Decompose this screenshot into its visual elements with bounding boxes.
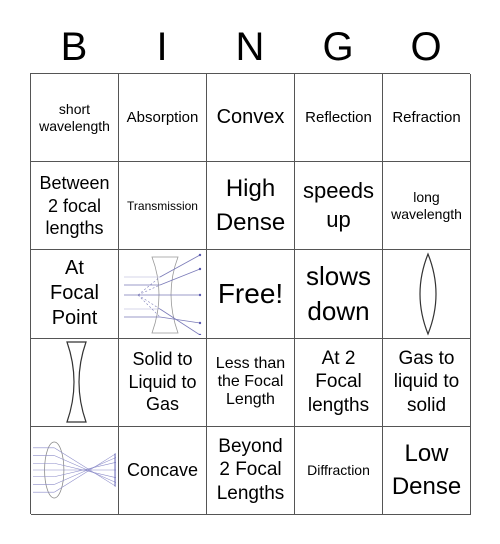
cell-text: Beyond 2 Focal Lengths: [216, 435, 285, 505]
cell-text: Concave: [126, 460, 199, 481]
concave-lens-ray-diagram-icon: [123, 253, 201, 335]
cell-text: long wavelength: [391, 188, 462, 222]
bingo-cell[interactable]: speeds up: [295, 162, 383, 251]
bingo-cell[interactable]: At Focal Point: [31, 250, 119, 339]
bingo-cell[interactable]: High Dense: [207, 162, 295, 251]
bingo-cell[interactable]: [31, 426, 119, 515]
cell-text: At 2 Focal lengths: [307, 347, 370, 417]
bingo-cell[interactable]: slows down: [295, 250, 383, 339]
cell-text: Convex: [216, 106, 285, 129]
bingo-cell[interactable]: Transmission: [119, 162, 207, 251]
cell-text: short wavelength: [39, 100, 110, 134]
cell-text: Reflection: [305, 108, 372, 126]
bingo-cell[interactable]: Absorption: [119, 74, 207, 163]
cell-text: Refraction: [392, 108, 461, 126]
bingo-cell[interactable]: Between 2 focal lengths: [31, 162, 119, 251]
cell-text: Low Dense: [391, 439, 462, 501]
bingo-cell[interactable]: short wavelength: [31, 74, 119, 163]
cell-text: High Dense: [215, 175, 286, 236]
cell-text: Transmission: [127, 198, 198, 213]
header-letter-o: O: [410, 25, 442, 69]
bingo-cell[interactable]: Solid to Liquid to Gas: [119, 338, 207, 427]
bingo-cell[interactable]: At 2 Focal lengths: [295, 338, 383, 427]
bingo-cell[interactable]: Refraction: [383, 74, 471, 163]
header-letter-n: N: [235, 25, 265, 69]
cell-text: Solid to Liquid to Gas: [128, 349, 197, 415]
header-letter-b: B: [60, 25, 88, 69]
cell-text: Less than the Focal Length: [215, 354, 286, 409]
cell-text: speeds up: [303, 178, 374, 232]
header-letter-g: G: [322, 25, 354, 69]
header-letter-i: I: [156, 25, 168, 69]
bingo-header: B I N G O: [30, 22, 470, 72]
cell-text: slows down: [305, 260, 371, 326]
free-space-text: Free!: [217, 277, 284, 309]
bingo-cell[interactable]: Concave: [119, 426, 207, 515]
cell-text: At Focal Point: [50, 257, 99, 330]
bingo-cell[interactable]: Less than the Focal Length: [207, 338, 295, 427]
free-space-cell[interactable]: Free!: [207, 250, 295, 339]
concave-lens-icon: [65, 341, 87, 423]
convex-lens-converging-rays-icon: [33, 441, 116, 499]
bingo-cell[interactable]: Low Dense: [383, 426, 471, 515]
bingo-cell[interactable]: Gas to liquid to solid: [383, 338, 471, 427]
cell-text: Diffraction: [307, 461, 370, 478]
bingo-cell[interactable]: [119, 250, 207, 339]
bingo-cell[interactable]: Reflection: [295, 74, 383, 163]
bingo-cell[interactable]: [31, 338, 119, 427]
cell-text: Gas to liquid to solid: [393, 347, 460, 417]
cell-text: Absorption: [126, 108, 199, 126]
bingo-card: short wavelength Absorption Convex Refle…: [30, 73, 471, 515]
bingo-cell[interactable]: Convex: [207, 74, 295, 163]
bingo-cell[interactable]: Diffraction: [295, 426, 383, 515]
bingo-cell[interactable]: long wavelength: [383, 162, 471, 251]
bingo-cell[interactable]: Beyond 2 Focal Lengths: [207, 426, 295, 515]
cell-text: Between 2 focal lengths: [39, 173, 110, 239]
bingo-cell[interactable]: [383, 250, 471, 339]
convex-lens-icon: [418, 252, 437, 336]
